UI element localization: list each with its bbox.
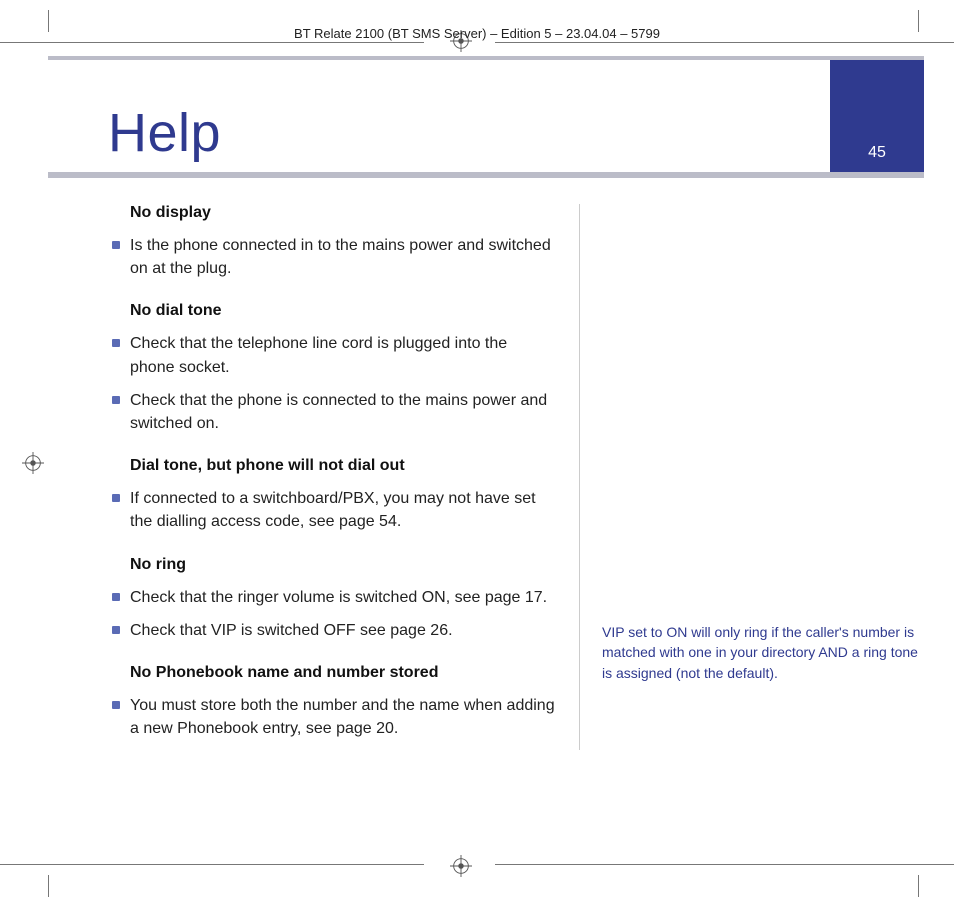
section-heading: No Phonebook name and number stored [130, 664, 555, 682]
section-heading: Dial tone, but phone will not dial out [130, 457, 555, 475]
section-heading: No display [130, 204, 555, 222]
registration-mark-icon [22, 452, 44, 474]
list-item: Check that the telephone line cord is pl… [112, 332, 555, 378]
main-column: No display Is the phone connected in to … [48, 204, 580, 750]
document-header: BT Relate 2100 (BT SMS Server) – Edition… [0, 26, 954, 41]
section-heading: No ring [130, 556, 555, 574]
list-item: If connected to a switchboard/PBX, you m… [112, 487, 555, 533]
page-number: 45 [868, 144, 886, 162]
page-title: Help [108, 102, 221, 164]
list-item: Check that the ringer volume is switched… [112, 586, 555, 609]
list-item: Check that VIP is switched OFF see page … [112, 619, 555, 642]
section-heading: No dial tone [130, 302, 555, 320]
list-item: Check that the phone is connected to the… [112, 389, 555, 435]
page-number-block: 45 [830, 60, 924, 172]
side-column: VIP set to ON will only ring if the call… [580, 204, 924, 750]
list-item: You must store both the number and the n… [112, 694, 555, 740]
title-banner: Help 45 [48, 56, 924, 178]
crop-mark-bottom [0, 857, 954, 897]
list-item: Is the phone connected in to the mains p… [112, 234, 555, 280]
side-note: VIP set to ON will only ring if the call… [602, 622, 924, 683]
